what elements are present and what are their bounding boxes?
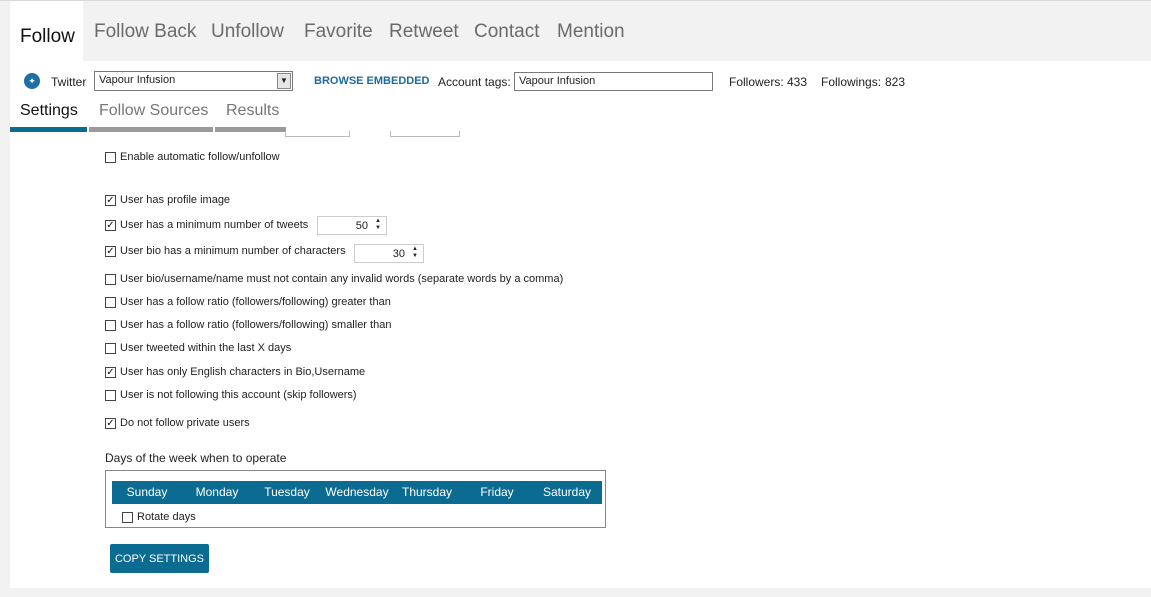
min-tweets-value: 50 <box>355 220 368 232</box>
day-monday[interactable]: Monday <box>182 481 252 504</box>
day-friday[interactable]: Friday <box>462 481 532 504</box>
option-label: User bio/username/name must not contain … <box>120 273 564 285</box>
day-thursday[interactable]: Thursday <box>392 481 462 504</box>
days-bar: Sunday Monday Tuesday Wednesday Thursday… <box>112 481 602 504</box>
option-ratio-greater[interactable]: User has a follow ratio (followers/follo… <box>105 295 391 309</box>
tab-unfollow[interactable]: Unfollow <box>211 21 284 43</box>
option-ratio-smaller[interactable]: User has a follow ratio (followers/follo… <box>105 318 391 332</box>
subtab-follow-sources[interactable]: Follow Sources <box>99 102 208 120</box>
option-tweeted-within[interactable]: User tweeted within the last X days <box>105 341 291 355</box>
option-label: User is not following this account (skip… <box>120 389 357 401</box>
chevron-down-icon[interactable]: ▼ <box>277 73 291 89</box>
tab-follow[interactable]: Follow <box>20 26 75 48</box>
option-english-only[interactable]: ✓ User has only English characters in Bi… <box>105 365 365 379</box>
scrolled-spinner-fragment <box>285 131 350 137</box>
subtab-settings-underline <box>10 127 87 132</box>
subtab-results-underline <box>215 127 286 132</box>
min-bio-stepper[interactable]: 30 ▲ ▼ <box>354 244 424 263</box>
checkbox[interactable] <box>105 273 116 285</box>
checkbox[interactable] <box>105 319 116 331</box>
account-select[interactable]: Vapour Infusion ▼ <box>94 71 293 91</box>
checkbox[interactable] <box>105 296 116 308</box>
rotate-days-option[interactable]: Rotate days <box>122 511 196 523</box>
option-min-bio[interactable]: ✓ User bio has a minimum number of chara… <box>105 244 346 258</box>
subtab-results[interactable]: Results <box>226 102 279 120</box>
stepper-arrows-icon[interactable]: ▲ ▼ <box>409 246 421 261</box>
option-label: Enable automatic follow/unfollow <box>120 151 280 163</box>
option-not-following[interactable]: User is not following this account (skip… <box>105 388 357 402</box>
stepper-arrows-icon[interactable]: ▲ ▼ <box>372 218 384 233</box>
option-label: User has only English characters in Bio,… <box>120 366 366 378</box>
option-label: User has a follow ratio (followers/follo… <box>120 296 391 308</box>
option-label: User has a minimum number of tweets <box>120 219 309 231</box>
days-label: Days of the week when to operate <box>105 451 287 465</box>
account-select-value: Vapour Infusion <box>99 74 176 86</box>
checkbox[interactable] <box>122 511 133 523</box>
day-sunday[interactable]: Sunday <box>112 481 182 504</box>
option-invalid-words[interactable]: User bio/username/name must not contain … <box>105 272 563 286</box>
tab-retweet[interactable]: Retweet <box>389 21 459 43</box>
checkbox[interactable] <box>105 389 116 401</box>
tab-follow-back[interactable]: Follow Back <box>94 21 196 43</box>
option-profile-image[interactable]: ✓ User has profile image <box>105 193 230 207</box>
followers-count: 433 <box>787 75 808 89</box>
option-label: Do not follow private users <box>120 417 250 429</box>
followers-label: Followers: <box>729 75 784 89</box>
subtab-follow-sources-underline <box>89 127 213 132</box>
tab-favorite[interactable]: Favorite <box>304 21 373 43</box>
followings-count: 823 <box>885 75 906 89</box>
checkbox[interactable]: ✓ <box>105 245 116 257</box>
min-bio-value: 30 <box>392 248 405 260</box>
account-tags-input[interactable]: Vapour Infusion <box>514 72 713 91</box>
rotate-days-label: Rotate days <box>137 511 196 523</box>
checkbox[interactable] <box>105 342 116 354</box>
option-label: User bio has a minimum number of charact… <box>120 245 346 257</box>
network-label: Twitter <box>51 75 87 89</box>
checkbox[interactable]: ✓ <box>105 219 116 231</box>
option-label: User tweeted within the last X days <box>120 342 292 354</box>
option-auto-follow[interactable]: Enable automatic follow/unfollow <box>105 150 280 164</box>
followings-label: Followings: <box>821 75 882 89</box>
days-panel: Sunday Monday Tuesday Wednesday Thursday… <box>105 470 606 528</box>
day-tuesday[interactable]: Tuesday <box>252 481 322 504</box>
browse-embedded-link[interactable]: BROWSE EMBEDDED <box>314 75 430 87</box>
twitter-bird-icon: ✦ <box>24 73 40 89</box>
min-tweets-stepper[interactable]: 50 ▲ ▼ <box>317 216 387 235</box>
checkbox[interactable]: ✓ <box>105 417 116 429</box>
checkbox[interactable] <box>105 151 116 163</box>
option-min-tweets[interactable]: ✓ User has a minimum number of tweets <box>105 218 308 232</box>
scrolled-spinner-fragment <box>390 131 460 137</box>
day-saturday[interactable]: Saturday <box>532 481 602 504</box>
copy-settings-button[interactable]: COPY SETTINGS <box>110 544 209 573</box>
account-tags-label: Account tags: <box>438 75 511 89</box>
checkbox[interactable]: ✓ <box>105 366 116 378</box>
checkbox[interactable]: ✓ <box>105 194 116 206</box>
option-label: User has a follow ratio (followers/follo… <box>120 319 392 331</box>
subtab-settings[interactable]: Settings <box>20 102 78 120</box>
tab-mention[interactable]: Mention <box>557 21 625 43</box>
option-private-users[interactable]: ✓ Do not follow private users <box>105 416 250 430</box>
tab-contact[interactable]: Contact <box>474 21 539 43</box>
option-label: User has profile image <box>120 194 231 206</box>
day-wednesday[interactable]: Wednesday <box>322 481 392 504</box>
